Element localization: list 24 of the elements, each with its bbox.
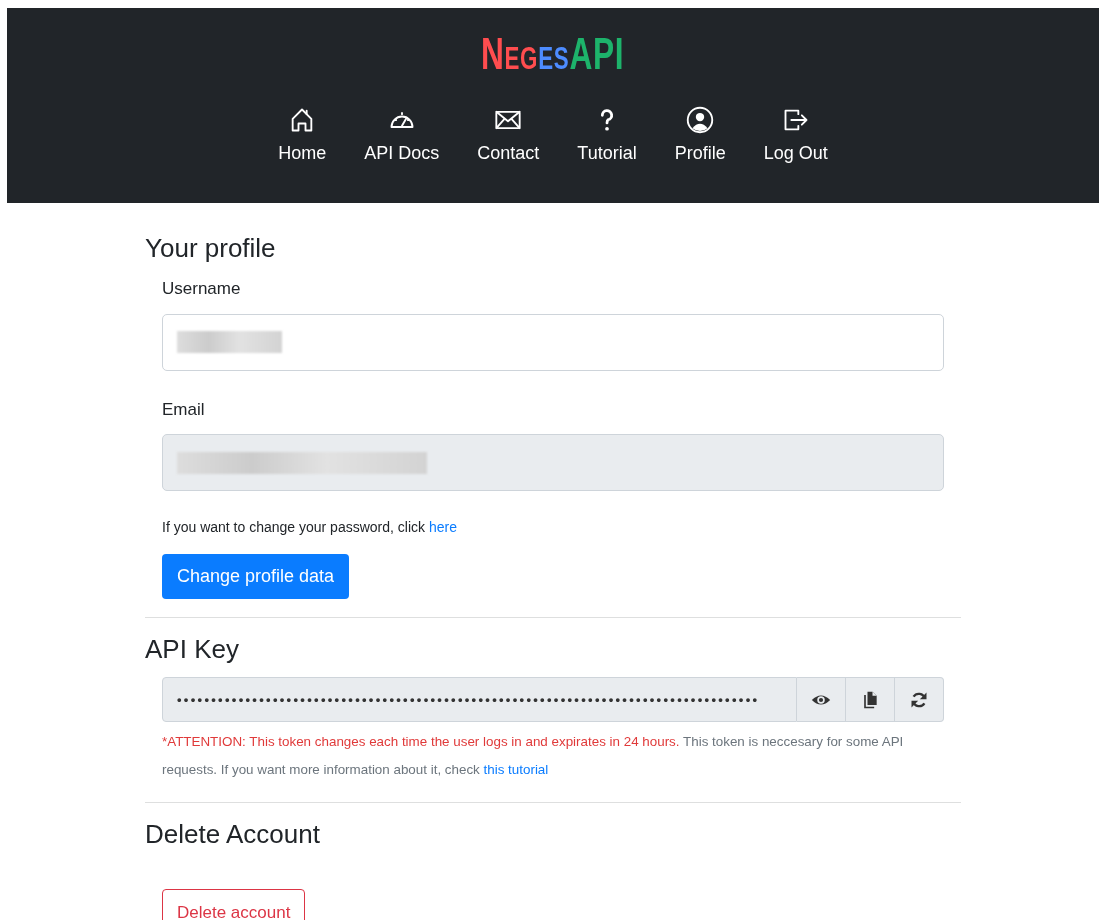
field-label: Username <box>162 278 242 301</box>
nav-link[interactable]: Profile <box>655 106 745 167</box>
password-note: If you want to change your password, click here <box>162 518 458 538</box>
api-key-note: *ATTENTION: This token changes each time the user logs in and expirates in 24 hours. This token is neccesary for some API requests. If you want more information about it, check this tutorial <box>162 733 905 780</box>
delete-account-button[interactable]: Delete account <box>162 888 306 920</box>
logo[interactable]: NegesAPI <box>481 32 625 76</box>
show-key-button[interactable] <box>797 677 846 723</box>
user-icon <box>686 106 715 134</box>
here-link[interactable]: here <box>428 519 457 536</box>
copy-button[interactable] <box>846 677 895 723</box>
section-heading: Your profile <box>145 233 277 265</box>
nav-link[interactable]: API Docs <box>345 106 459 167</box>
tutorial-link[interactable]: this tutorial <box>483 762 549 778</box>
section-heading: Delete Account <box>145 819 321 851</box>
input-field[interactable] <box>162 313 944 371</box>
nav-link[interactable]: Log Out <box>744 106 847 167</box>
nav-link[interactable]: Contact <box>458 106 559 167</box>
nav-link[interactable]: Tutorial <box>558 106 656 167</box>
nav-link[interactable]: Home <box>259 106 346 167</box>
api-key-field[interactable]: ••••••••••••••••••••••••••••••••••••••••••••••••••••••••••••••••••••••••••••••••••••• <box>162 677 797 723</box>
refresh-button[interactable] <box>895 677 944 723</box>
change-profile-button[interactable]: Change profile data <box>162 554 350 600</box>
section-heading: API Key <box>145 634 240 666</box>
field-label: Email <box>162 398 206 421</box>
